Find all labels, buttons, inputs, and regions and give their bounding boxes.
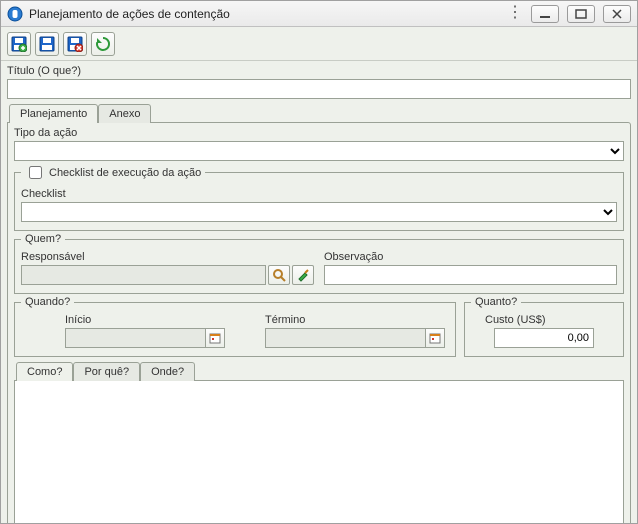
termino-group: Término [245,314,445,348]
titlebar-menu-icon[interactable]: ⋮ [507,5,523,23]
custo-input[interactable] [494,328,594,348]
checklist-select-group: Checklist [21,188,617,222]
responsavel-group: Responsável [21,251,314,285]
broom-icon [296,268,310,282]
calendar-icon [429,332,441,344]
delete-button[interactable] [63,32,87,56]
toolbar [1,27,637,61]
window-minimize-button[interactable] [531,5,559,23]
content-area: Título (O que?) Planejamento Anexo Tipo … [1,61,637,523]
checklist-select[interactable] [21,202,617,222]
refresh-button[interactable] [91,32,115,56]
tab-planejamento[interactable]: Planejamento [9,104,98,123]
checklist-label: Checklist [21,188,617,200]
tab-anexo[interactable]: Anexo [98,104,151,123]
main-tabs-container: Planejamento Anexo Tipo da ação [7,103,631,523]
save-button[interactable] [35,32,59,56]
checklist-legend: Checklist de execução da ação [21,163,205,182]
window-title: Planejamento de ações de contenção [29,7,501,21]
termino-input[interactable] [265,328,445,348]
tipo-acao-group: Tipo da ação [14,127,624,161]
observacao-group: Observação [324,251,617,285]
responsavel-search-button[interactable] [268,265,290,285]
quem-fieldset: Quem? Responsável [14,233,624,294]
inicio-label: Início [25,314,225,326]
app-icon [7,6,23,22]
main-tabs: Planejamento Anexo [7,103,631,122]
quando-legend: Quando? [21,296,74,308]
observacao-label: Observação [324,251,617,263]
quando-fieldset: Quando? Início [14,296,456,357]
tab-porque[interactable]: Por quê? [73,362,140,381]
titulo-field-group: Título (O que?) [7,65,631,99]
como-textarea[interactable] [15,381,623,523]
tipo-acao-select[interactable] [14,141,624,161]
tipo-acao-label: Tipo da ação [14,127,624,139]
checklist-fieldset: Checklist de execução da ação Checklist [14,163,624,231]
save-and-new-button[interactable] [7,32,31,56]
checklist-checkbox-label: Checklist de execução da ação [49,167,201,179]
app-window: Planejamento de ações de contenção ⋮ [0,0,638,524]
responsavel-clear-button[interactable] [292,265,314,285]
titlebar: Planejamento de ações de contenção ⋮ [1,1,637,27]
custo-label: Custo (US$) [475,314,546,326]
tab-como[interactable]: Como? [16,362,73,381]
window-close-button[interactable] [603,5,631,23]
termino-calendar-button[interactable] [425,328,445,348]
quanto-fieldset: Quanto? Custo (US$) [464,296,624,357]
titulo-input[interactable] [7,79,631,99]
quanto-legend: Quanto? [471,296,521,308]
titulo-label: Título (O que?) [7,65,631,77]
detail-tabs-container: Como? Por quê? Onde? [14,361,624,523]
tab-planejamento-panel: Tipo da ação Checklist de execução da aç… [7,122,631,523]
responsavel-label: Responsável [21,251,314,263]
responsavel-input[interactable] [21,265,266,285]
inicio-input[interactable] [65,328,225,348]
calendar-icon [209,332,221,344]
window-maximize-button[interactable] [567,5,595,23]
inicio-calendar-button[interactable] [205,328,225,348]
checklist-checkbox[interactable] [29,166,42,179]
termino-label: Término [245,314,445,326]
search-icon [272,268,286,282]
quem-legend: Quem? [21,233,65,245]
tab-como-panel [14,380,624,523]
inicio-group: Início [25,314,225,348]
detail-tabs: Como? Por quê? Onde? [14,361,624,380]
tab-onde[interactable]: Onde? [140,362,195,381]
observacao-input[interactable] [324,265,617,285]
